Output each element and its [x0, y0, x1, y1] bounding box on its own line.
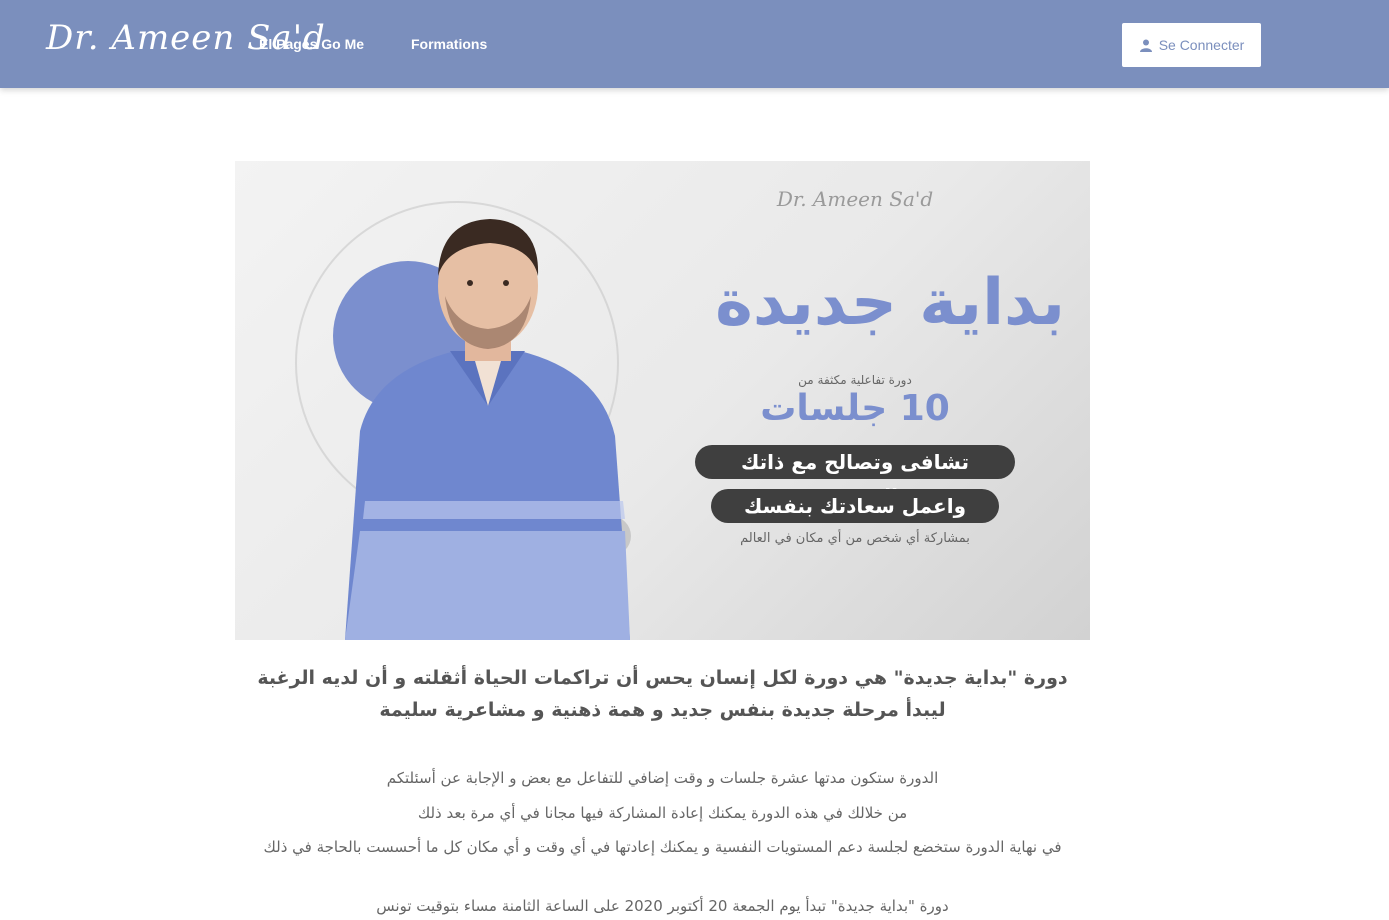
course-paragraph: من خلالك في هذه الدورة يمكنك إعادة المشا…	[417, 804, 908, 822]
banner-pill-2: واعمل سعادتك بنفسك	[711, 489, 999, 523]
banner-pill-1: تشافى وتصالح مع ذاتك الحقيقية	[695, 445, 1015, 508]
nav-link-pages[interactable]: El Pages Go Me	[259, 36, 364, 52]
connect-button[interactable]: Se Connecter	[1122, 23, 1261, 67]
course-paragraph: في نهاية الدورة ستخضع لجلسة دعم المستويا…	[263, 838, 1062, 856]
course-banner: Dr. Ameen Sa'd بداية جديدة دورة تفاعلية …	[235, 161, 1090, 640]
nav-link-formations[interactable]: Formations	[411, 36, 487, 52]
connect-button-label: Se Connecter	[1158, 37, 1245, 53]
course-headline: دورة "بداية جديدة" هي دورة لكل إنسان يحس…	[257, 667, 1068, 721]
top-navbar: Dr. Ameen Sa'd El Pages Go Me Formations…	[0, 0, 1389, 88]
banner-title: بداية جديدة	[715, 266, 1065, 340]
banner-footer: بمشاركة أي شخص من أي مكان في العالم	[740, 531, 970, 546]
course-paragraph: الدورة ستكون مدتها عشرة جلسات و وقت إضاف…	[386, 769, 939, 787]
banner-signature: Dr. Ameen Sa'd	[776, 187, 934, 211]
instructor-photo	[345, 219, 630, 640]
user-icon	[1139, 39, 1152, 52]
course-paragraph: دورة "بداية جديدة" تبدأ يوم الجمعة 20 أك…	[376, 897, 949, 915]
banner-sessions: 10 جلسات	[760, 388, 950, 429]
banner-subtitle: دورة تفاعلية مكثفة من	[798, 373, 912, 387]
